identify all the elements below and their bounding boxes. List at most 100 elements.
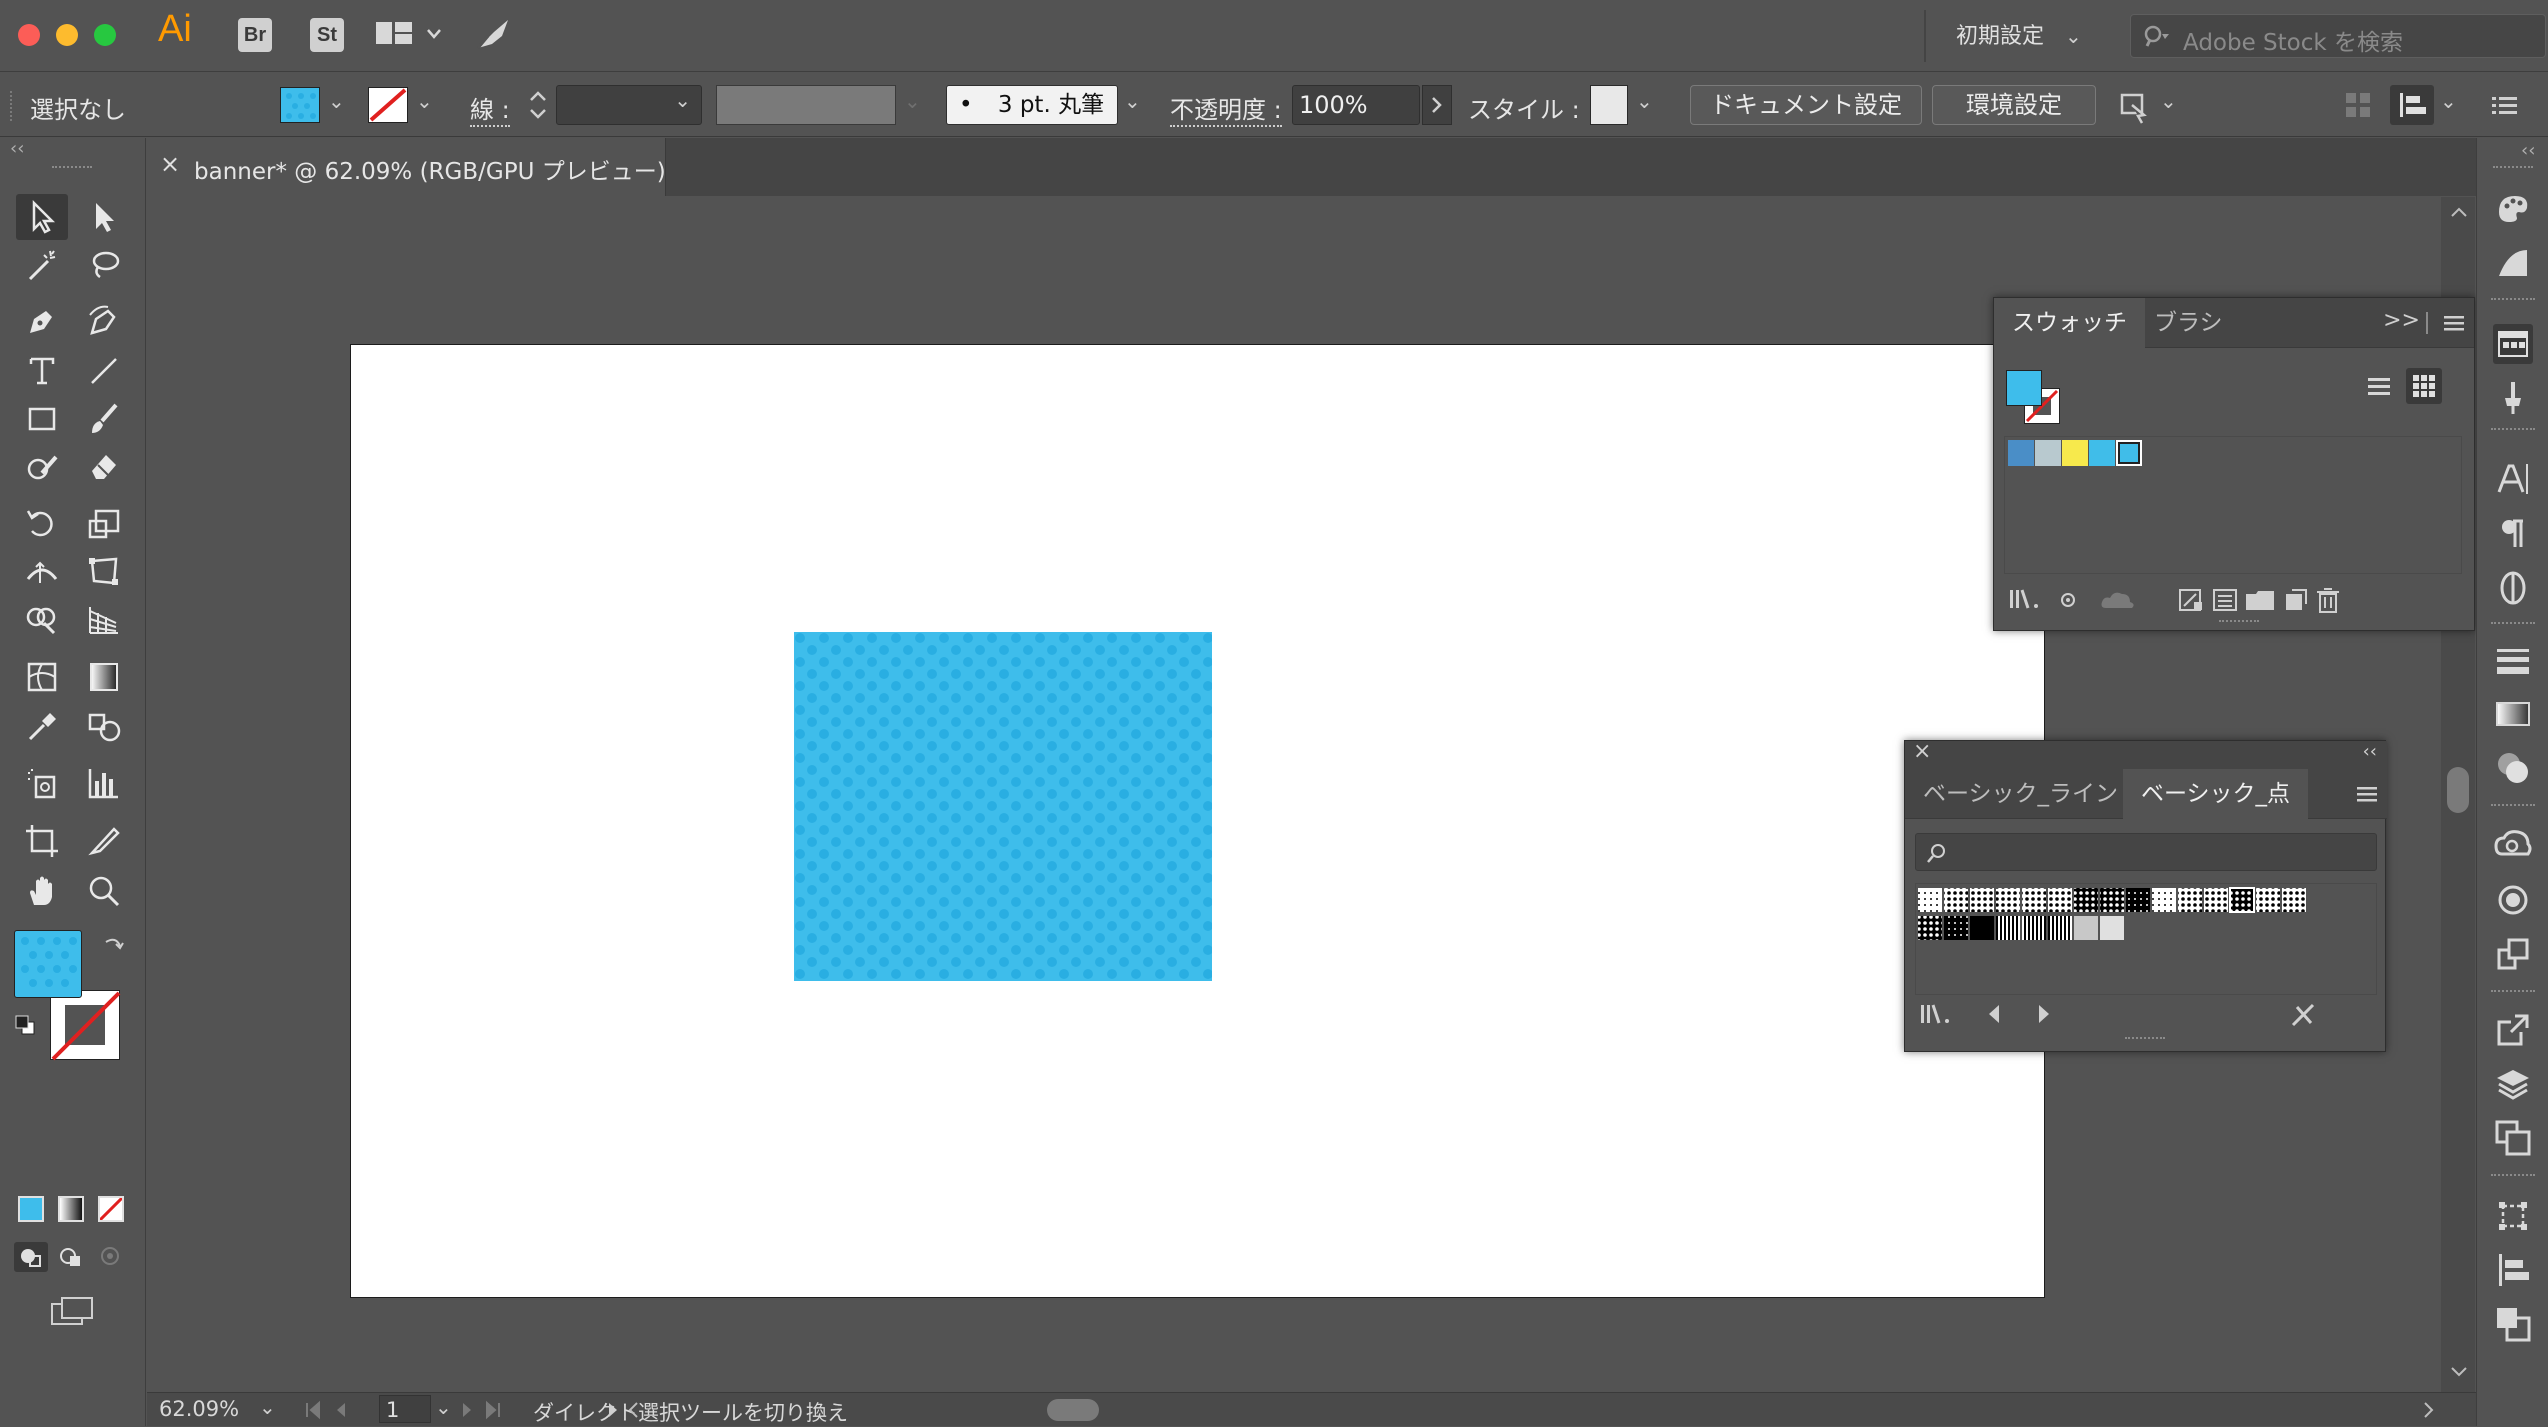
panel-title-bar[interactable]: × ‹‹ xyxy=(1905,739,2387,769)
workspace-switcher[interactable]: 初期設定 ⌄ xyxy=(1940,14,2098,58)
paragraph-dock-icon[interactable] xyxy=(2493,514,2533,554)
next-library-icon[interactable] xyxy=(2033,1001,2055,1027)
gradient-mode-button[interactable] xyxy=(58,1196,84,1222)
graphic-style-swatch[interactable] xyxy=(1590,85,1628,125)
appearance-dock-icon[interactable] xyxy=(2493,880,2533,920)
draw-normal-button[interactable] xyxy=(14,1242,48,1272)
next-last-artboard-icons[interactable] xyxy=(457,1399,527,1421)
fill-dropdown-chevron-icon[interactable]: ⌄ xyxy=(328,89,345,113)
stock-button[interactable]: St xyxy=(310,18,344,52)
tab-basic-lines[interactable]: ベーシック_ライン xyxy=(1905,769,2136,819)
stroke-dropdown-chevron-icon[interactable]: ⌄ xyxy=(416,89,433,113)
fill-swatch[interactable] xyxy=(280,87,320,123)
show-kinds-icon[interactable] xyxy=(2058,588,2084,612)
opacity-field[interactable]: 100% xyxy=(1292,85,1420,125)
align-chevron-icon[interactable]: ⌄ xyxy=(2440,89,2457,113)
stroke-weight-field[interactable]: ⌄ xyxy=(556,85,702,125)
swatch-options-icon[interactable] xyxy=(2176,586,2206,614)
scroll-right-icon[interactable] xyxy=(2419,1399,2437,1421)
folder-icon[interactable] xyxy=(2244,586,2276,614)
scale-tool[interactable] xyxy=(78,500,130,546)
stroke-color-box[interactable] xyxy=(50,990,121,1061)
rectangle-tool[interactable] xyxy=(16,396,68,442)
opacity-label[interactable]: 不透明度 : xyxy=(1170,90,1282,127)
expand-panel-icon[interactable]: >> xyxy=(2383,308,2420,333)
perspective-grid-tool[interactable] xyxy=(78,598,130,644)
arrange-documents-button[interactable] xyxy=(376,20,448,52)
opacity-expand-button[interactable] xyxy=(1422,85,1452,125)
swatch-libraries-icon[interactable] xyxy=(2008,586,2042,612)
transparency-dock-icon[interactable] xyxy=(2493,748,2533,788)
selection-tool[interactable] xyxy=(16,194,68,240)
line-segment-tool[interactable] xyxy=(78,348,130,394)
gradient-tool[interactable] xyxy=(78,654,130,700)
swatch-cyan[interactable] xyxy=(2089,440,2115,466)
dot-pattern-swatches[interactable] xyxy=(1916,884,2376,994)
align-grid-icon[interactable] xyxy=(2344,91,2372,119)
brush-chevron-icon[interactable]: ⌄ xyxy=(1124,89,1141,113)
bridge-button[interactable]: Br xyxy=(238,18,272,52)
shape-builder-tool[interactable] xyxy=(16,598,68,644)
document-setup-button[interactable]: ドキュメント設定 xyxy=(1690,85,1922,125)
panel-resize-grip[interactable] xyxy=(2219,620,2259,626)
direct-selection-tool[interactable] xyxy=(78,194,130,240)
select-similar-chevron-icon[interactable]: ⌄ xyxy=(2160,89,2177,113)
eraser-tool[interactable] xyxy=(78,444,130,490)
export-dock-icon[interactable] xyxy=(2493,1010,2533,1050)
character-dock-icon[interactable] xyxy=(2493,458,2533,498)
color-guide-icon[interactable] xyxy=(2493,188,2533,228)
thumbnail-view-button[interactable] xyxy=(2406,368,2442,404)
opentype-dock-icon[interactable] xyxy=(2493,568,2533,608)
mesh-tool[interactable] xyxy=(16,654,68,700)
stroke-label[interactable]: 線 : xyxy=(470,90,510,127)
new-swatch-icon[interactable] xyxy=(2280,586,2310,614)
pen-tool[interactable] xyxy=(16,298,68,344)
free-transform-tool[interactable] xyxy=(78,548,130,594)
collapse-dock-icon[interactable]: ‹‹ xyxy=(2521,140,2535,161)
first-previous-artboard-icons[interactable] xyxy=(303,1399,373,1421)
list-view-icon[interactable] xyxy=(2364,372,2394,402)
curvature-tool[interactable] xyxy=(78,298,130,344)
swatch-dot-pattern-selected[interactable] xyxy=(2116,440,2142,466)
scroll-down-icon[interactable] xyxy=(2449,1365,2469,1379)
collapse-panel-icon[interactable]: ‹‹ xyxy=(2363,741,2377,762)
style-chevron-icon[interactable]: ⌄ xyxy=(1636,89,1653,113)
pattern-search-input[interactable] xyxy=(1915,833,2377,871)
layers-dock-icon[interactable] xyxy=(2493,1064,2533,1104)
dot-pattern-rectangle[interactable] xyxy=(794,632,1212,981)
stroke-weight-stepper[interactable] xyxy=(526,85,550,125)
swap-fill-stroke-icon[interactable] xyxy=(102,934,126,958)
creative-cloud-libraries-icon[interactable] xyxy=(2493,824,2533,864)
library-tools-icon[interactable] xyxy=(2289,1001,2319,1029)
vertical-scroll-thumb[interactable] xyxy=(2447,767,2469,813)
stroke-swatch[interactable] xyxy=(368,87,408,123)
status-menu-arrow-icon[interactable] xyxy=(603,1399,623,1421)
panel-menu-icon[interactable] xyxy=(2442,314,2466,332)
swatch-yellow[interactable] xyxy=(2062,440,2088,466)
close-tab-icon[interactable]: × xyxy=(160,150,180,178)
transform-dock-icon[interactable] xyxy=(2493,1196,2533,1236)
fill-color-box[interactable] xyxy=(14,930,82,998)
swatch-pattern-blue[interactable] xyxy=(2008,440,2034,466)
none-mode-button[interactable] xyxy=(98,1196,124,1222)
type-tool[interactable] xyxy=(16,348,68,394)
trash-icon[interactable] xyxy=(2314,586,2342,614)
transparency-shape-icon[interactable] xyxy=(2493,242,2533,282)
brush-definition[interactable]: • 3 pt. 丸筆 xyxy=(946,85,1118,125)
tab-basic-dots[interactable]: ベーシック_点 xyxy=(2123,769,2309,819)
tab-brushes[interactable]: ブラシ xyxy=(2136,298,2241,348)
stroke-dock-icon[interactable] xyxy=(2493,640,2533,680)
hand-tool[interactable] xyxy=(16,868,68,914)
change-screen-mode-button[interactable] xyxy=(50,1294,96,1328)
tab-swatches[interactable]: スウォッチ xyxy=(1994,298,2145,348)
column-graph-tool[interactable] xyxy=(78,760,130,806)
zoom-tool[interactable] xyxy=(78,868,130,914)
panel-menu-icon[interactable] xyxy=(2490,91,2520,119)
align-options-button[interactable] xyxy=(2390,85,2434,125)
zoom-chevron-icon[interactable]: ⌄ xyxy=(259,1395,276,1419)
gradient-dock-icon[interactable] xyxy=(2493,694,2533,734)
new-color-group-icon[interactable] xyxy=(2210,586,2240,614)
scroll-left-icon[interactable] xyxy=(625,1399,643,1421)
rotate-tool[interactable] xyxy=(16,500,68,546)
artboard-number-field[interactable]: 1 xyxy=(379,1395,431,1423)
